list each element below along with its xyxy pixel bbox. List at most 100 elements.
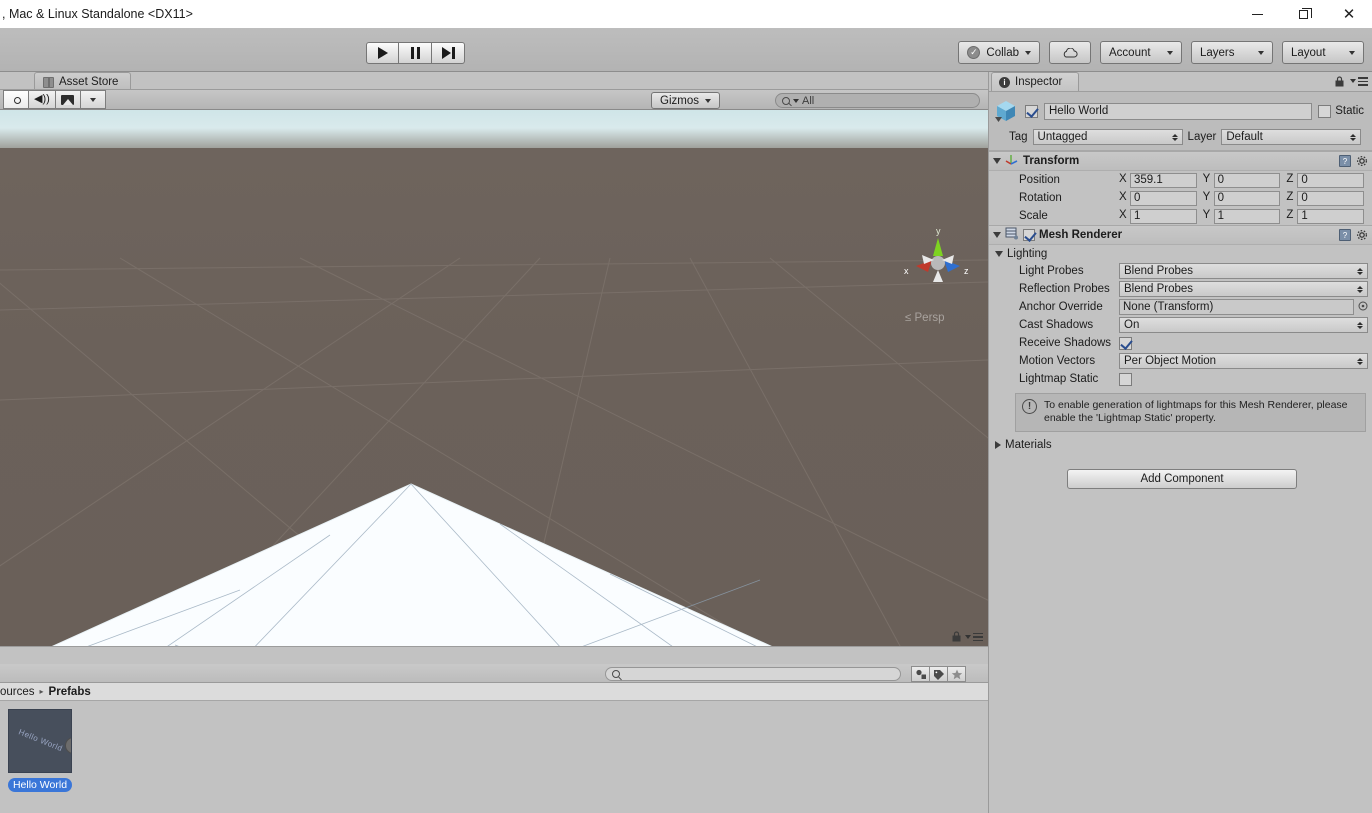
lock-icon[interactable]	[951, 631, 962, 642]
rotation-label: Rotation	[1019, 192, 1062, 204]
info-icon: i	[999, 76, 1010, 88]
position-z-input[interactable]: 0	[1297, 172, 1365, 188]
lighting-label: Lighting	[1007, 247, 1048, 260]
cast-shadows-dropdown[interactable]: On	[1119, 317, 1368, 333]
scene-viewport[interactable]: y x z ≤ Persp	[0, 110, 988, 646]
scale-label: Scale	[1019, 210, 1048, 222]
rotation-y-value: 0	[1217, 192, 1225, 204]
svg-text:x: x	[904, 266, 909, 276]
scene-geometry	[0, 257, 988, 646]
gear-icon[interactable]	[1356, 229, 1368, 241]
foldout-icon[interactable]	[993, 158, 1001, 164]
filter-by-type-button[interactable]	[911, 666, 930, 682]
gameobject-name-row: Hello World Static	[993, 98, 1368, 124]
prefab-cube-icon	[993, 98, 1019, 124]
gizmos-dropdown[interactable]: Gizmos	[651, 92, 720, 109]
foldout-icon[interactable]	[993, 232, 1001, 238]
asset-store-icon	[43, 76, 54, 88]
light-probes-dropdown[interactable]: Blend Probes	[1119, 263, 1368, 279]
scale-x-input[interactable]: 1	[1130, 208, 1197, 224]
lighting-foldout[interactable]: Lighting	[989, 245, 1372, 262]
step-button[interactable]	[432, 42, 465, 64]
close-button[interactable]: ✕	[1326, 0, 1372, 28]
help-icon[interactable]: ?	[1339, 229, 1351, 241]
anchor-override-value: None (Transform)	[1123, 301, 1214, 313]
lightmap-static-row: Lightmap Static	[989, 370, 1372, 388]
rotation-x-input[interactable]: 0	[1130, 190, 1197, 206]
filter-favorites-button[interactable]	[947, 666, 966, 682]
transform-tools: ?	[1339, 155, 1368, 167]
lightmap-static-checkbox[interactable]	[1119, 372, 1132, 386]
asset-item[interactable]: Hello World Hello World	[8, 709, 72, 792]
collab-button[interactable]: ✓ Collab	[958, 41, 1040, 64]
scene-orientation-gizmo[interactable]: y x z	[898, 222, 978, 302]
inspector-options-menu[interactable]	[1350, 77, 1368, 86]
inspector-panel: i Inspector Hello World Static Tag Untag…	[988, 72, 1372, 813]
lock-icon[interactable]	[1334, 76, 1345, 87]
scene-options-menu[interactable]	[965, 632, 983, 641]
pause-button[interactable]	[399, 42, 432, 64]
gameobject-enabled-checkbox[interactable]	[1025, 104, 1038, 118]
account-dropdown[interactable]: Account	[1100, 41, 1182, 64]
prefab-expand-button[interactable]	[65, 737, 71, 754]
light-probes-label: Light Probes	[1019, 265, 1084, 277]
add-component-button[interactable]: Add Component	[1067, 469, 1297, 489]
anchor-override-row: Anchor Override None (Transform)	[989, 298, 1372, 316]
reflection-probes-dropdown[interactable]: Blend Probes	[1119, 281, 1368, 297]
toggle-scene-lighting[interactable]	[3, 90, 29, 109]
maximize-button[interactable]	[1280, 0, 1326, 28]
position-z-value: 0	[1301, 174, 1308, 186]
scale-y-input[interactable]: 1	[1213, 208, 1281, 224]
scale-z-input[interactable]: 1	[1297, 208, 1365, 224]
mesh-renderer-title: Mesh Renderer	[1039, 229, 1123, 241]
filter-by-label-button[interactable]	[929, 666, 948, 682]
static-checkbox[interactable]	[1318, 104, 1332, 118]
gear-icon[interactable]	[1356, 155, 1368, 167]
project-tab-bar	[0, 646, 988, 664]
motion-vectors-dropdown[interactable]: Per Object Motion	[1119, 353, 1368, 369]
materials-foldout[interactable]: Materials	[989, 437, 1372, 454]
layer-dropdown[interactable]: Default	[1221, 129, 1362, 145]
updown-icon	[1357, 285, 1363, 293]
position-y-input[interactable]: 0	[1213, 172, 1281, 188]
perspective-label: Persp	[914, 312, 945, 324]
close-icon: ✕	[1342, 5, 1356, 23]
toolbar-right-group: ✓ Collab Account Layers Layout	[958, 41, 1364, 64]
mesh-renderer-enabled-checkbox[interactable]	[1023, 229, 1035, 241]
axis-label-x: X	[1119, 172, 1127, 185]
receive-shadows-checkbox[interactable]	[1119, 336, 1132, 350]
sun-icon	[11, 94, 22, 105]
minimize-button[interactable]	[1234, 0, 1280, 28]
layout-dropdown[interactable]: Layout	[1282, 41, 1364, 64]
anchor-override-field[interactable]: None (Transform)	[1119, 299, 1354, 315]
toggle-scene-audio[interactable]: ◀))	[28, 90, 56, 109]
rotation-z-input[interactable]: 0	[1297, 190, 1365, 206]
mesh-renderer-header[interactable]: Mesh Renderer ?	[989, 226, 1372, 245]
cloud-services-button[interactable]	[1049, 41, 1091, 64]
toggle-scene-effects[interactable]	[54, 90, 81, 109]
perspective-toggle[interactable]: ≤ Persp	[905, 312, 945, 324]
scene-search-field[interactable]: All	[775, 93, 980, 108]
image-icon	[61, 94, 75, 105]
axis-label-x: X	[1119, 208, 1127, 221]
help-icon[interactable]: ?	[1339, 155, 1351, 167]
play-button[interactable]	[366, 42, 399, 64]
object-picker-icon[interactable]	[1358, 301, 1368, 314]
tab-inspector[interactable]: i Inspector	[991, 72, 1080, 91]
project-search-input[interactable]	[605, 667, 901, 681]
position-x-input[interactable]: 359.1	[1130, 172, 1197, 188]
gameobject-name-input[interactable]: Hello World	[1044, 102, 1313, 120]
window-controls: ✕	[1234, 0, 1372, 28]
scene-effects-dropdown[interactable]	[79, 90, 106, 109]
motion-vectors-value: Per Object Motion	[1124, 355, 1217, 367]
tag-dropdown[interactable]: Untagged	[1032, 129, 1183, 145]
breadcrumb-current[interactable]: Prefabs	[49, 686, 91, 698]
playback-controls	[366, 42, 465, 64]
chevron-down-icon	[705, 98, 711, 103]
layers-label: Layers	[1200, 46, 1235, 59]
breadcrumb-parent[interactable]: ources	[0, 686, 35, 698]
transform-header[interactable]: Transform ?	[989, 152, 1372, 171]
layers-dropdown[interactable]: Layers	[1191, 41, 1273, 64]
transform-row: Scale X 1 Y 1 Z 1	[989, 207, 1372, 225]
rotation-y-input[interactable]: 0	[1213, 190, 1281, 206]
